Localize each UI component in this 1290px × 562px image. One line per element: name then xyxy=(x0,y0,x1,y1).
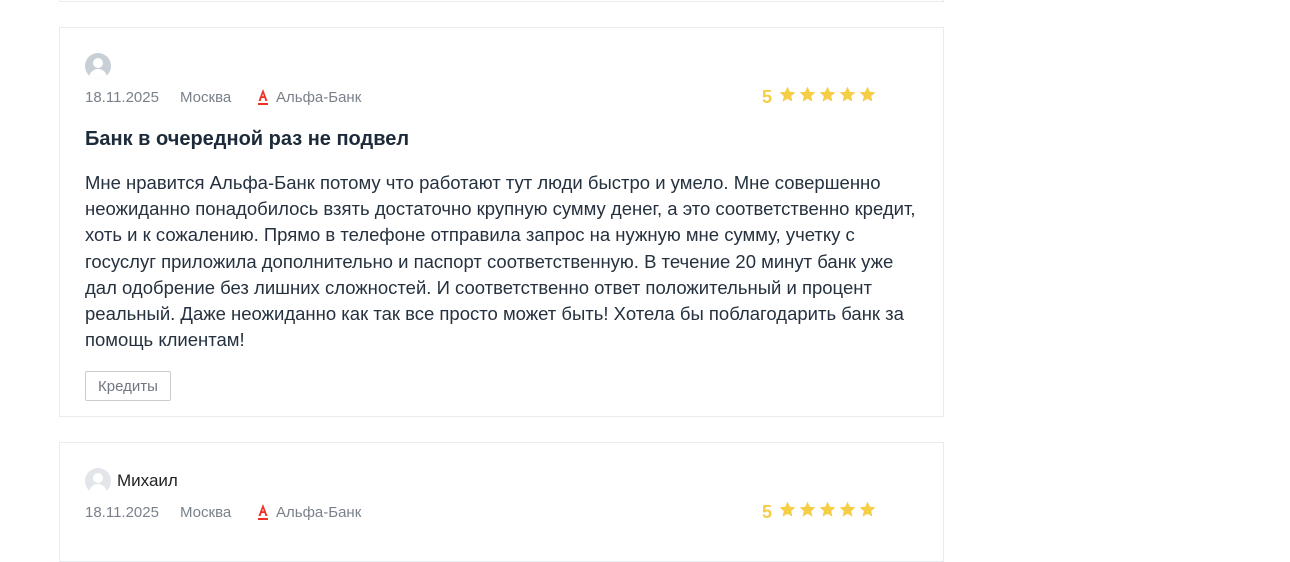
alfa-bank-logo-icon xyxy=(258,504,268,520)
rating-stars xyxy=(777,85,877,109)
star-icon xyxy=(779,86,796,102)
bank-link[interactable]: Альфа-Банк xyxy=(256,88,361,106)
star-icon xyxy=(859,501,876,517)
previous-review-card xyxy=(59,0,944,2)
avatar xyxy=(85,53,111,79)
alfa-bank-logo-icon xyxy=(258,89,268,105)
star-icon xyxy=(839,501,856,517)
tag-credits[interactable]: Кредиты xyxy=(85,371,171,401)
star-icon xyxy=(799,86,816,102)
review-date: 18.11.2025 xyxy=(85,88,159,106)
review-city: Москва xyxy=(180,88,232,106)
rating-value: 5 xyxy=(761,86,772,107)
star-icon xyxy=(819,501,836,517)
review-card: Михаил 18.11.2025 Москва Альфа-Банк 5 xyxy=(59,442,944,562)
avatar xyxy=(85,468,111,494)
review-city: Москва xyxy=(180,503,232,521)
review-rating: 5 xyxy=(762,85,877,109)
bank-name: Альфа-Банк xyxy=(276,503,362,521)
star-icon xyxy=(779,501,796,517)
bank-name: Альфа-Банк xyxy=(276,88,362,106)
review-title[interactable]: Банк в очередной раз не подвел xyxy=(85,128,409,151)
star-icon xyxy=(839,86,856,102)
review-author xyxy=(85,53,111,79)
review-card: 18.11.2025 Москва Альфа-Банк 5 Банк в оч… xyxy=(59,27,944,417)
star-icon xyxy=(819,86,836,102)
review-date: 18.11.2025 xyxy=(85,503,159,521)
star-icon xyxy=(799,501,816,517)
review-text: Мне нравится Альфа-Банк потому что работ… xyxy=(85,172,916,351)
bank-link[interactable]: Альфа-Банк xyxy=(256,503,361,521)
review-rating: 5 xyxy=(762,500,877,524)
rating-stars xyxy=(777,500,877,524)
author-name[interactable]: Михаил xyxy=(117,471,178,491)
review-author: Михаил xyxy=(85,468,178,494)
rating-value: 5 xyxy=(761,501,772,522)
star-icon xyxy=(859,86,876,102)
